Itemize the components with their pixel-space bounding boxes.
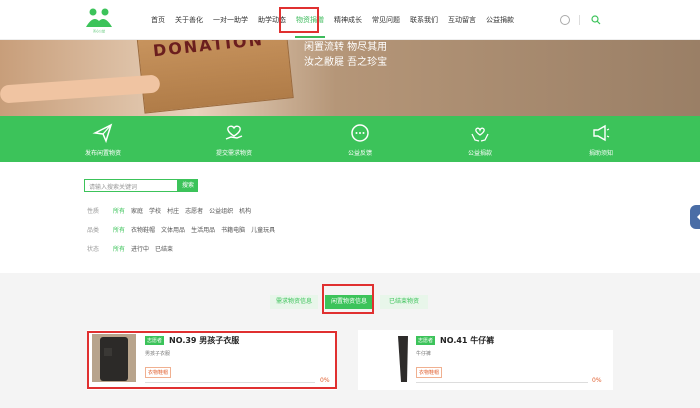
nav-about[interactable]: 关于善化 (170, 0, 208, 40)
tab-finished-items[interactable]: 已结束物资 (380, 295, 428, 309)
filter-option[interactable]: 所有 (113, 225, 125, 234)
filter-option[interactable]: 书籍电脑 (221, 225, 245, 234)
arm-image (0, 74, 161, 104)
side-collapse-tab[interactable] (690, 205, 700, 229)
filter-row-category: 品类 所有 衣物鞋帽 文体用品 生活用品 书籍电脑 儿童玩具 (87, 225, 275, 234)
filter-label: 品类 (87, 227, 100, 234)
action-label: 公益反馈 (347, 150, 372, 157)
top-header: 善心公益 首页 关于善化 一对一助学 助学动态 物资捐赠 精神成长 常见问题 联… (0, 0, 700, 40)
search-icon[interactable] (591, 15, 601, 25)
tab-highlight-box (322, 284, 374, 314)
nav-highlight-box (279, 7, 319, 33)
filter-option[interactable]: 进行中 (131, 244, 149, 253)
tab-needed-items[interactable]: 需求物资信息 (270, 295, 318, 309)
filter-option[interactable]: 文体用品 (161, 225, 185, 234)
item-subtitle: 牛仔裤 (416, 351, 432, 357)
action-fund[interactable]: 公益捐款 (445, 122, 515, 157)
filter-option[interactable]: 志愿者 (185, 206, 203, 215)
main-nav: 首页 关于善化 一对一助学 助学动态 物资捐赠 精神成长 常见问题 联系我们 互… (146, 0, 519, 40)
action-feedback[interactable]: 公益反馈 (325, 122, 395, 157)
role-badge: 志愿者 (416, 336, 436, 345)
card-highlight-box (87, 331, 337, 389)
user-icon[interactable] (560, 15, 570, 25)
search-input[interactable]: 请输入搜索关键词 (84, 179, 178, 192)
site-logo[interactable]: 善心公益 (84, 7, 114, 35)
filter-option[interactable]: 公益组织 (209, 206, 233, 215)
action-label: 提交需求物资 (215, 150, 252, 157)
filter-option[interactable]: 机构 (239, 206, 251, 215)
nav-home[interactable]: 首页 (146, 0, 170, 40)
hands-heart-icon (471, 127, 489, 142)
filter-option[interactable]: 所有 (113, 244, 125, 253)
slogan-line-2: 汝之敝屣 吾之珍宝 (304, 57, 388, 68)
hand-heart-icon (225, 125, 243, 140)
filter-option[interactable]: 学校 (149, 206, 161, 215)
page: 善心公益 首页 关于善化 一对一助学 助学动态 物资捐赠 精神成长 常见问题 联… (0, 0, 700, 408)
action-submit-need[interactable]: 提交需求物资 (199, 122, 269, 157)
action-publish-idle[interactable]: 发布闲置物资 (68, 122, 138, 157)
filter-option[interactable]: 家庭 (131, 206, 143, 215)
filter-option[interactable]: 衣物鞋帽 (131, 225, 155, 234)
header-divider (579, 15, 580, 25)
search-button[interactable]: 搜索 (178, 179, 198, 192)
progress-percent: 0% (592, 377, 602, 384)
logo-caption: 善心公益 (92, 29, 105, 33)
filter-option[interactable]: 已结束 (155, 244, 173, 253)
action-bar: 发布闲置物资 提交需求物资 公益反馈 公益捐款 捐助须知 (0, 116, 700, 162)
filter-row-status: 状态 所有 进行中 已结束 (87, 244, 173, 253)
filter-option[interactable]: 儿童玩具 (251, 225, 275, 234)
filter-option[interactable]: 生活用品 (191, 225, 215, 234)
nav-messages[interactable]: 互动留言 (443, 0, 481, 40)
nav-faq[interactable]: 常见问题 (367, 0, 405, 40)
action-label: 捐助须知 (588, 150, 613, 157)
slogan-line-1: 闲置流转 物尽其用 (304, 42, 388, 53)
category-tag: 衣物鞋帽 (416, 367, 443, 378)
item-title[interactable]: NO.41 牛仔裤 (440, 335, 494, 346)
progress-track (416, 382, 588, 383)
filter-row-nature: 性质 所有 家庭 学校 村庄 志愿者 公益组织 机构 (87, 206, 251, 215)
nav-growth[interactable]: 精神成长 (329, 0, 367, 40)
action-notice[interactable]: 捐助须知 (566, 122, 636, 157)
item-card[interactable]: 志愿者 NO.41 牛仔裤 牛仔裤 衣物鞋帽 0% (358, 330, 613, 390)
megaphone-icon (593, 124, 610, 142)
filter-label: 性质 (87, 208, 100, 215)
chat-bubble-icon (351, 124, 369, 142)
nav-one-on-one[interactable]: 一对一助学 (208, 0, 253, 40)
filter-label: 状态 (87, 246, 100, 253)
hero-banner: DONATION 闲置流转 物尽其用 汝之敝屣 吾之珍宝 (0, 40, 700, 116)
paper-plane-icon (92, 123, 113, 144)
donation-box-image: DONATION (136, 40, 294, 114)
filter-option[interactable]: 村庄 (167, 206, 179, 215)
filter-option[interactable]: 所有 (113, 206, 125, 215)
filter-panel: 请输入搜索关键词 搜索 性质 所有 家庭 学校 村庄 志愿者 公益组织 机构 品… (0, 162, 700, 273)
nav-contact[interactable]: 联系我们 (405, 0, 443, 40)
action-label: 发布闲置物资 (84, 150, 121, 157)
nav-fund[interactable]: 公益捐款 (481, 0, 519, 40)
box-text: DONATION (152, 40, 265, 61)
banner-slogan: 闲置流转 物尽其用 汝之敝屣 吾之珍宝 (304, 40, 387, 70)
action-label: 公益捐款 (467, 150, 492, 157)
